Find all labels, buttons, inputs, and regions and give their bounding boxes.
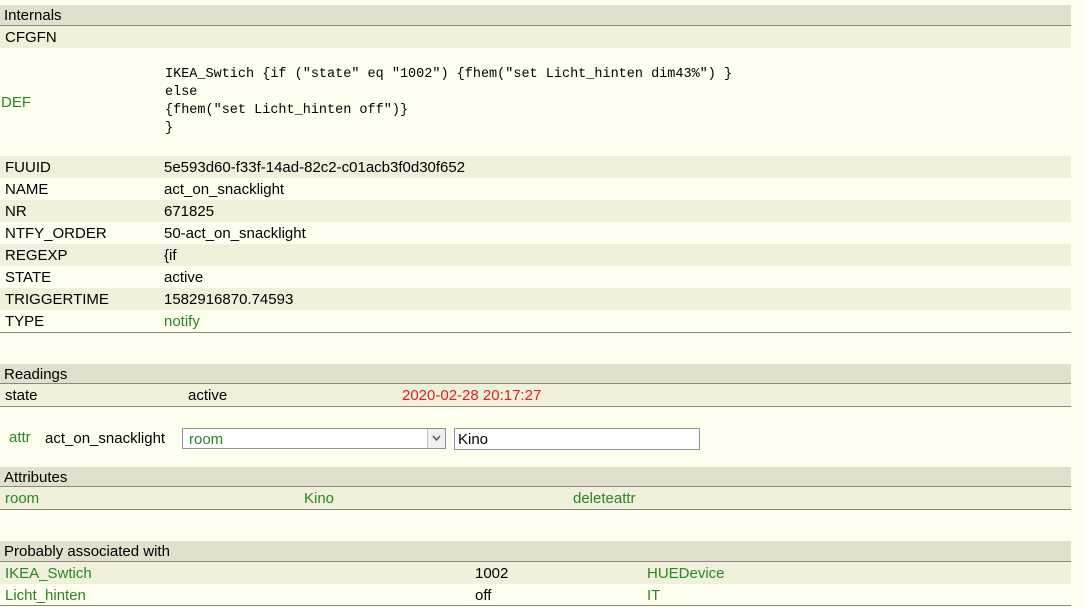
internal-key: TYPE — [5, 313, 45, 330]
internal-row-triggertime: TRIGGERTIME 1582916870.74593 — [0, 288, 1071, 310]
attr-select[interactable]: room — [182, 428, 446, 449]
internal-key: TRIGGERTIME — [5, 291, 109, 308]
internal-def-code: IKEA_Swtich {if ("state" eq "1002") {fhe… — [165, 67, 733, 136]
internal-row-def: DEF IKEA_Swtich {if ("state" eq "1002") … — [0, 48, 1071, 156]
attribute-row-room: room Kino deleteattr — [0, 487, 1071, 509]
attributes-header: Attributes — [0, 467, 1071, 487]
reading-name: state — [5, 387, 38, 404]
attribute-name-link[interactable]: room — [5, 490, 39, 507]
internal-row-fuuid: FUUID 5e593d60-f33f-14ad-82c2-c01acb3f0d… — [0, 156, 1071, 178]
internals-title: Internals — [4, 7, 62, 24]
attributes-divider — [0, 509, 1071, 510]
associated-row: IKEA_Swtich 1002 HUEDevice — [0, 562, 1071, 584]
internal-key: REGEXP — [5, 247, 68, 264]
internal-type-link[interactable]: notify — [164, 313, 200, 330]
internal-key: STATE — [5, 269, 52, 286]
readings-header: Readings — [0, 364, 1071, 384]
internal-row-regexp: REGEXP {if — [0, 244, 1071, 266]
internal-row-nr: NR 671825 — [0, 200, 1071, 222]
internal-key: FUUID — [5, 159, 51, 176]
internal-row-name: NAME act_on_snacklight — [0, 178, 1071, 200]
associated-header: Probably associated with — [0, 541, 1071, 562]
reading-timestamp: 2020-02-28 20:17:27 — [402, 387, 542, 404]
associated-device-link[interactable]: IKEA_Swtich — [5, 565, 92, 582]
internal-value: 5e593d60-f33f-14ad-82c2-c01acb3f0d30f652 — [164, 159, 466, 176]
internal-row-type: TYPE notify — [0, 310, 1071, 332]
internal-key: NAME — [5, 181, 49, 198]
internal-key-def-link[interactable]: DEF — [1, 94, 31, 111]
internal-key: NR — [5, 203, 27, 220]
associated-title: Probably associated with — [4, 543, 170, 560]
internal-row-cfgfn: CFGFN — [0, 26, 1071, 48]
associated-type-link[interactable]: HUEDevice — [647, 565, 725, 582]
readings-divider — [0, 406, 1071, 407]
associated-divider — [0, 605, 1071, 606]
attributes-title: Attributes — [4, 469, 68, 486]
internals-divider — [0, 332, 1071, 333]
attr-button[interactable]: attr — [9, 429, 31, 446]
internal-value: act_on_snacklight — [164, 181, 285, 198]
associated-state: 1002 — [475, 565, 509, 582]
attr-device-name: act_on_snacklight — [45, 430, 166, 447]
associated-state: off — [475, 587, 492, 604]
internal-key: CFGFN — [5, 29, 57, 46]
associated-type-link[interactable]: IT — [647, 587, 660, 604]
associated-device-link[interactable]: Licht_hinten — [5, 587, 86, 604]
deleteattr-link[interactable]: deleteattr — [573, 490, 636, 507]
attr-value-text: Kino — [458, 431, 489, 448]
internal-value: 671825 — [164, 203, 215, 220]
attribute-value-link[interactable]: Kino — [304, 490, 334, 507]
attr-value-input[interactable]: Kino — [454, 428, 700, 450]
internal-row-state: STATE active — [0, 266, 1071, 288]
chevron-down-icon[interactable] — [427, 429, 445, 448]
reading-row-state: state active 2020-02-28 20:17:27 — [0, 384, 1071, 406]
associated-row: Licht_hinten off IT — [0, 584, 1071, 605]
internal-key: NTFY_ORDER — [5, 225, 107, 242]
internal-value: {if — [164, 247, 177, 264]
internal-value: 1582916870.74593 — [164, 291, 294, 308]
reading-value: active — [188, 387, 228, 404]
internal-value: active — [164, 269, 204, 286]
internal-value: 50-act_on_snacklight — [164, 225, 306, 242]
internals-header: Internals — [0, 5, 1071, 26]
internal-row-ntfy-order: NTFY_ORDER 50-act_on_snacklight — [0, 222, 1071, 244]
readings-title: Readings — [4, 366, 68, 383]
attr-select-value: room — [189, 431, 224, 448]
